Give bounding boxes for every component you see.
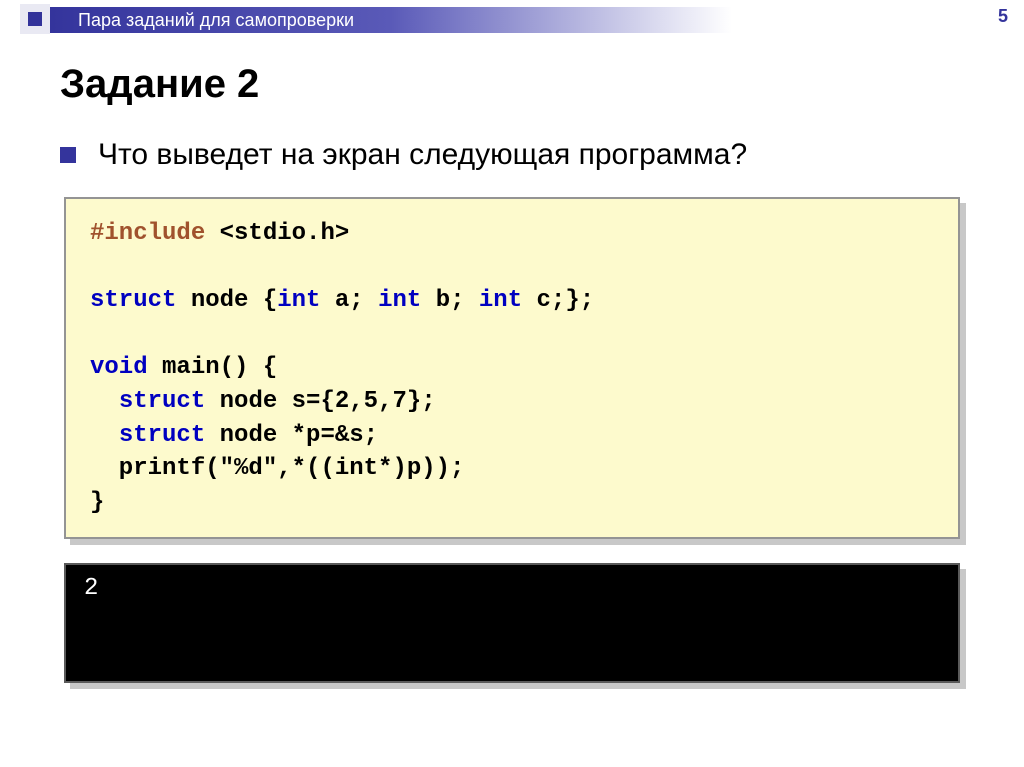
- kw-struct: struct: [90, 287, 176, 314]
- question-row: Что выведет на экран следующая программа…: [60, 137, 964, 173]
- question-text: Что выведет на экран следующая программа…: [98, 137, 747, 173]
- slide-content: Задание 2 Что выведет на экран следующая…: [0, 34, 1024, 683]
- code-header: <stdio.h>: [205, 220, 349, 247]
- code-t: node *p=&s;: [205, 422, 378, 449]
- code-t: main() {: [148, 354, 278, 381]
- page-title: Задание 2: [60, 62, 964, 107]
- code-t: b;: [421, 287, 479, 314]
- code-t: node s={2,5,7};: [205, 388, 435, 415]
- logo-inner-square: [28, 12, 42, 26]
- kw-void: void: [90, 354, 148, 381]
- logo-outer-square: [20, 4, 50, 34]
- header-subtitle: Пара заданий для самопроверки: [78, 10, 354, 31]
- kw-int: int: [378, 287, 421, 314]
- kw-include: #include: [90, 220, 205, 247]
- kw-struct: struct: [119, 388, 205, 415]
- code-t: node {: [176, 287, 277, 314]
- code-block: #include <stdio.h> struct node {int a; i…: [64, 197, 960, 539]
- output-text: 2: [84, 575, 98, 602]
- kw-struct: struct: [119, 422, 205, 449]
- code-close: }: [90, 489, 104, 516]
- code-t: c;};: [522, 287, 594, 314]
- slide-header: Пара заданий для самопроверки 5: [0, 0, 1024, 34]
- code-t: a;: [320, 287, 378, 314]
- page-number: 5: [998, 6, 1008, 27]
- kw-int: int: [479, 287, 522, 314]
- bullet-icon: [60, 147, 76, 163]
- code-indent: [90, 422, 119, 449]
- output-block: 2: [64, 563, 960, 683]
- code-printf: printf("%d",*((int*)p));: [90, 455, 464, 482]
- header-bar: Пара заданий для самопроверки: [50, 7, 1024, 33]
- kw-int: int: [277, 287, 320, 314]
- code-indent: [90, 388, 119, 415]
